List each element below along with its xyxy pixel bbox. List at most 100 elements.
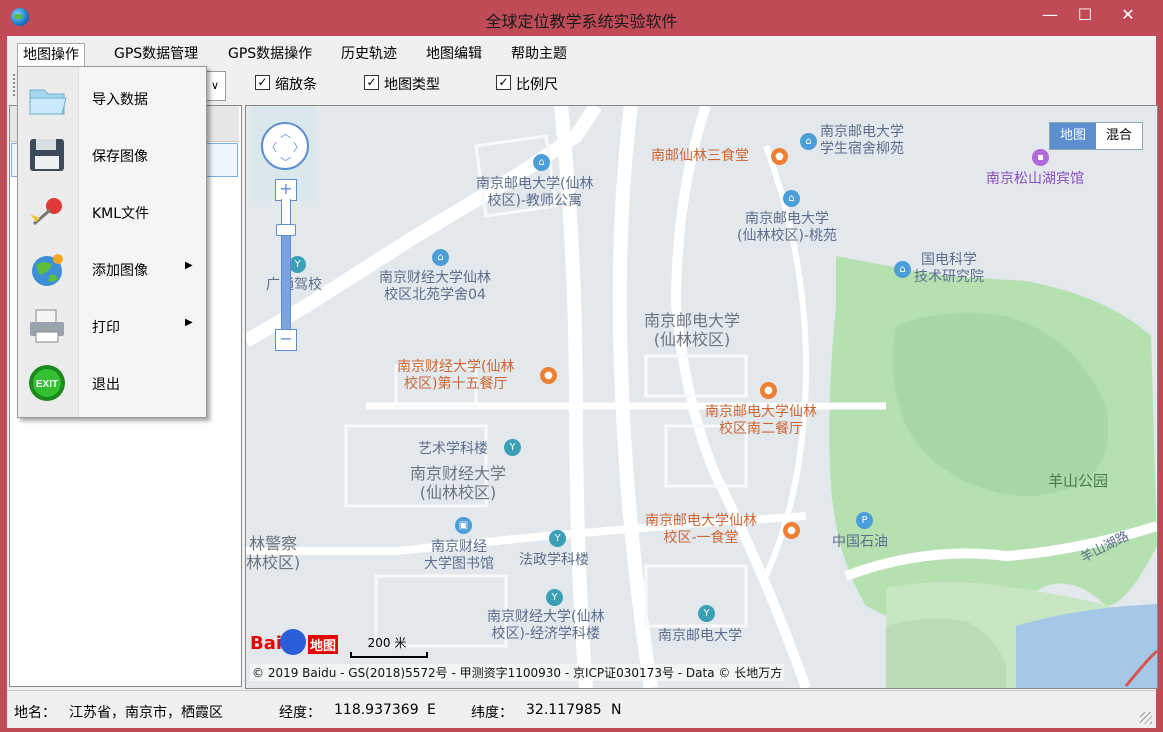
place-label: 地名： bbox=[14, 705, 56, 721]
combo-dropdown-arrow[interactable]: ∨ bbox=[205, 71, 226, 101]
zoom-slider-handle[interactable] bbox=[276, 224, 296, 236]
map-scale: 200 米 bbox=[350, 634, 428, 658]
map-label: 羊山公园 bbox=[1048, 472, 1109, 490]
latitude-label: 纬度： bbox=[471, 705, 513, 721]
menu-item-save-image[interactable]: 保存图像 bbox=[18, 126, 206, 183]
longitude-direction: E bbox=[427, 702, 436, 718]
poi-restaurant-icon[interactable]: ● bbox=[540, 367, 557, 384]
menu-item-label: 退出 bbox=[92, 377, 120, 393]
poi-building-icon[interactable]: Y bbox=[549, 530, 566, 547]
map-label: 法政学科楼 bbox=[519, 552, 589, 568]
menu-item-exit[interactable]: EXIT 退出 bbox=[18, 354, 206, 411]
map-label: 南京财经大学(仙林 校区)-经济学科楼 bbox=[487, 609, 605, 642]
svg-text:EXIT: EXIT bbox=[36, 379, 58, 390]
zoom-out-button[interactable]: − bbox=[275, 329, 297, 351]
menu-item-label: KML文件 bbox=[92, 206, 150, 222]
menu-map-edit[interactable]: 地图编辑 bbox=[421, 43, 487, 65]
exit-icon: EXIT bbox=[26, 363, 68, 403]
map-label: 南京财经 大学图书馆 bbox=[424, 539, 494, 572]
floppy-disk-icon bbox=[26, 135, 68, 175]
map-label: 南京邮电大学 学生宿舍柳苑 bbox=[820, 124, 904, 157]
poi-building-icon[interactable]: Y bbox=[504, 439, 521, 456]
pan-left-icon[interactable]: 〈 bbox=[266, 139, 277, 155]
poi-school-icon[interactable]: Y bbox=[289, 256, 306, 273]
pan-right-icon[interactable]: 〉 bbox=[293, 139, 304, 155]
pan-down-icon[interactable]: ﹀ bbox=[280, 154, 291, 170]
zoom-in-button[interactable]: + bbox=[275, 179, 297, 201]
checkbox-box[interactable]: ✓ bbox=[364, 75, 379, 90]
map-label: 南京松山湖宾馆 bbox=[986, 171, 1084, 187]
menu-gps-data-operations[interactable]: GPS数据操作 bbox=[223, 43, 317, 65]
minimize-button[interactable]: — bbox=[1032, 0, 1068, 32]
poi-restaurant-icon[interactable]: ● bbox=[760, 382, 777, 399]
map-copyright: © 2019 Baidu - GS(2018)5572号 - 甲测资字11009… bbox=[250, 664, 785, 681]
poi-gas-station-icon[interactable]: P bbox=[856, 512, 873, 529]
map-type-selector[interactable]: 地图 混合 bbox=[1049, 122, 1143, 150]
menu-item-import-data[interactable]: 导入数据 bbox=[18, 69, 206, 126]
menu-help[interactable]: 帮助主题 bbox=[506, 43, 572, 65]
menu-item-kml-file[interactable]: KML文件 bbox=[18, 183, 206, 240]
poi-dorm-icon[interactable]: ⌂ bbox=[783, 190, 800, 207]
map-label: 国电科学 技术研究院 bbox=[914, 252, 984, 285]
folder-icon bbox=[26, 78, 68, 118]
checkbox-label: 地图类型 bbox=[384, 77, 440, 93]
longitude-label: 经度： bbox=[279, 705, 321, 721]
title-bar: 全球定位教学系统实验软件 — ☐ ✕ bbox=[0, 0, 1163, 36]
submenu-arrow-icon: ▶ bbox=[185, 260, 193, 271]
menu-item-label: 保存图像 bbox=[92, 149, 148, 165]
checkbox-label: 缩放条 bbox=[275, 77, 317, 93]
printer-icon bbox=[26, 306, 68, 346]
pan-control[interactable]: ︿ ﹀ 〈 〉 bbox=[261, 122, 309, 170]
menu-map-operations[interactable]: 地图操作 bbox=[17, 43, 85, 67]
map-pin-icon bbox=[26, 192, 68, 232]
poi-dorm-icon[interactable]: ⌂ bbox=[533, 154, 550, 171]
map-label: 南京邮电大学(仙林 校区)-教师公寓 bbox=[476, 176, 594, 209]
checkbox-box[interactable]: ✓ bbox=[255, 75, 270, 90]
latitude-direction: N bbox=[611, 702, 622, 718]
menu-item-print[interactable]: 打印 ▶ bbox=[18, 297, 206, 354]
menu-item-label: 打印 bbox=[92, 320, 120, 336]
poi-hotel-icon[interactable]: ▪ bbox=[1032, 149, 1049, 166]
resize-grip[interactable] bbox=[1140, 712, 1152, 724]
poi-dorm-icon[interactable]: ⌂ bbox=[432, 249, 449, 266]
window-title: 全球定位教学系统实验软件 bbox=[485, 12, 678, 31]
menu-item-add-image[interactable]: 添加图像 ▶ bbox=[18, 240, 206, 297]
globe-icon bbox=[26, 249, 68, 289]
map-label: 南京财经大学仙林 校区北苑学舍04 bbox=[379, 270, 491, 303]
checkbox-box[interactable]: ✓ bbox=[496, 75, 511, 90]
map-label: 南京邮电大学 (仙林校区)-桃苑 bbox=[737, 211, 837, 244]
poi-building-icon[interactable]: Y bbox=[698, 605, 715, 622]
poi-institute-icon[interactable]: ⌂ bbox=[894, 261, 911, 278]
map-label: 南京邮电大学 (仙林校区) bbox=[644, 311, 741, 349]
menu-item-label: 添加图像 bbox=[92, 263, 148, 279]
poi-restaurant-icon[interactable]: ● bbox=[771, 148, 788, 165]
poi-restaurant-icon[interactable]: ● bbox=[783, 522, 800, 539]
submenu-arrow-icon: ▶ bbox=[185, 317, 193, 328]
longitude-value: 118.937369 bbox=[334, 702, 419, 718]
zoom-slider-fill bbox=[281, 231, 291, 329]
window-frame-left bbox=[0, 36, 7, 732]
scale-label: 200 米 bbox=[367, 636, 407, 650]
map-view[interactable]: ⌂ ● ▪ ⌂ ⌂ Y ⌂ ⌂ ● ● Y ▣ Y ● P Y Y 南京邮电大学… bbox=[245, 105, 1158, 689]
menu-history-track[interactable]: 历史轨迹 bbox=[336, 43, 402, 65]
pan-up-icon[interactable]: ︿ bbox=[280, 125, 291, 141]
maximize-button[interactable]: ☐ bbox=[1068, 0, 1102, 32]
map-label: 南京财经大学(仙林 校区)第十五餐厅 bbox=[397, 359, 515, 392]
menu-gps-data-management[interactable]: GPS数据管理 bbox=[109, 43, 203, 65]
scale-bar bbox=[350, 652, 428, 658]
map-label: 中国石油 bbox=[832, 534, 888, 550]
map-label: 南京邮电大学仙林 校区南二餐厅 bbox=[705, 404, 817, 437]
latitude-value: 32.117985 bbox=[526, 702, 602, 718]
map-type-hybrid-button[interactable]: 混合 bbox=[1096, 123, 1142, 149]
map-label: 南京邮电大学仙林 校区-一食堂 bbox=[645, 513, 757, 546]
poi-building-icon[interactable]: Y bbox=[546, 589, 563, 606]
place-value: 江苏省，南京市，栖霞区 bbox=[69, 705, 223, 721]
poi-dorm-icon[interactable]: ⌂ bbox=[800, 133, 817, 150]
map-background bbox=[246, 106, 1157, 688]
map-label: 南京邮电大学 bbox=[658, 628, 742, 644]
poi-library-icon[interactable]: ▣ bbox=[455, 517, 472, 534]
map-type-map-button[interactable]: 地图 bbox=[1050, 123, 1096, 149]
close-button[interactable]: ✕ bbox=[1102, 0, 1154, 32]
map-label: 南邮仙林三食堂 bbox=[651, 148, 749, 164]
map-label: 林警察 林校区) bbox=[246, 534, 301, 572]
